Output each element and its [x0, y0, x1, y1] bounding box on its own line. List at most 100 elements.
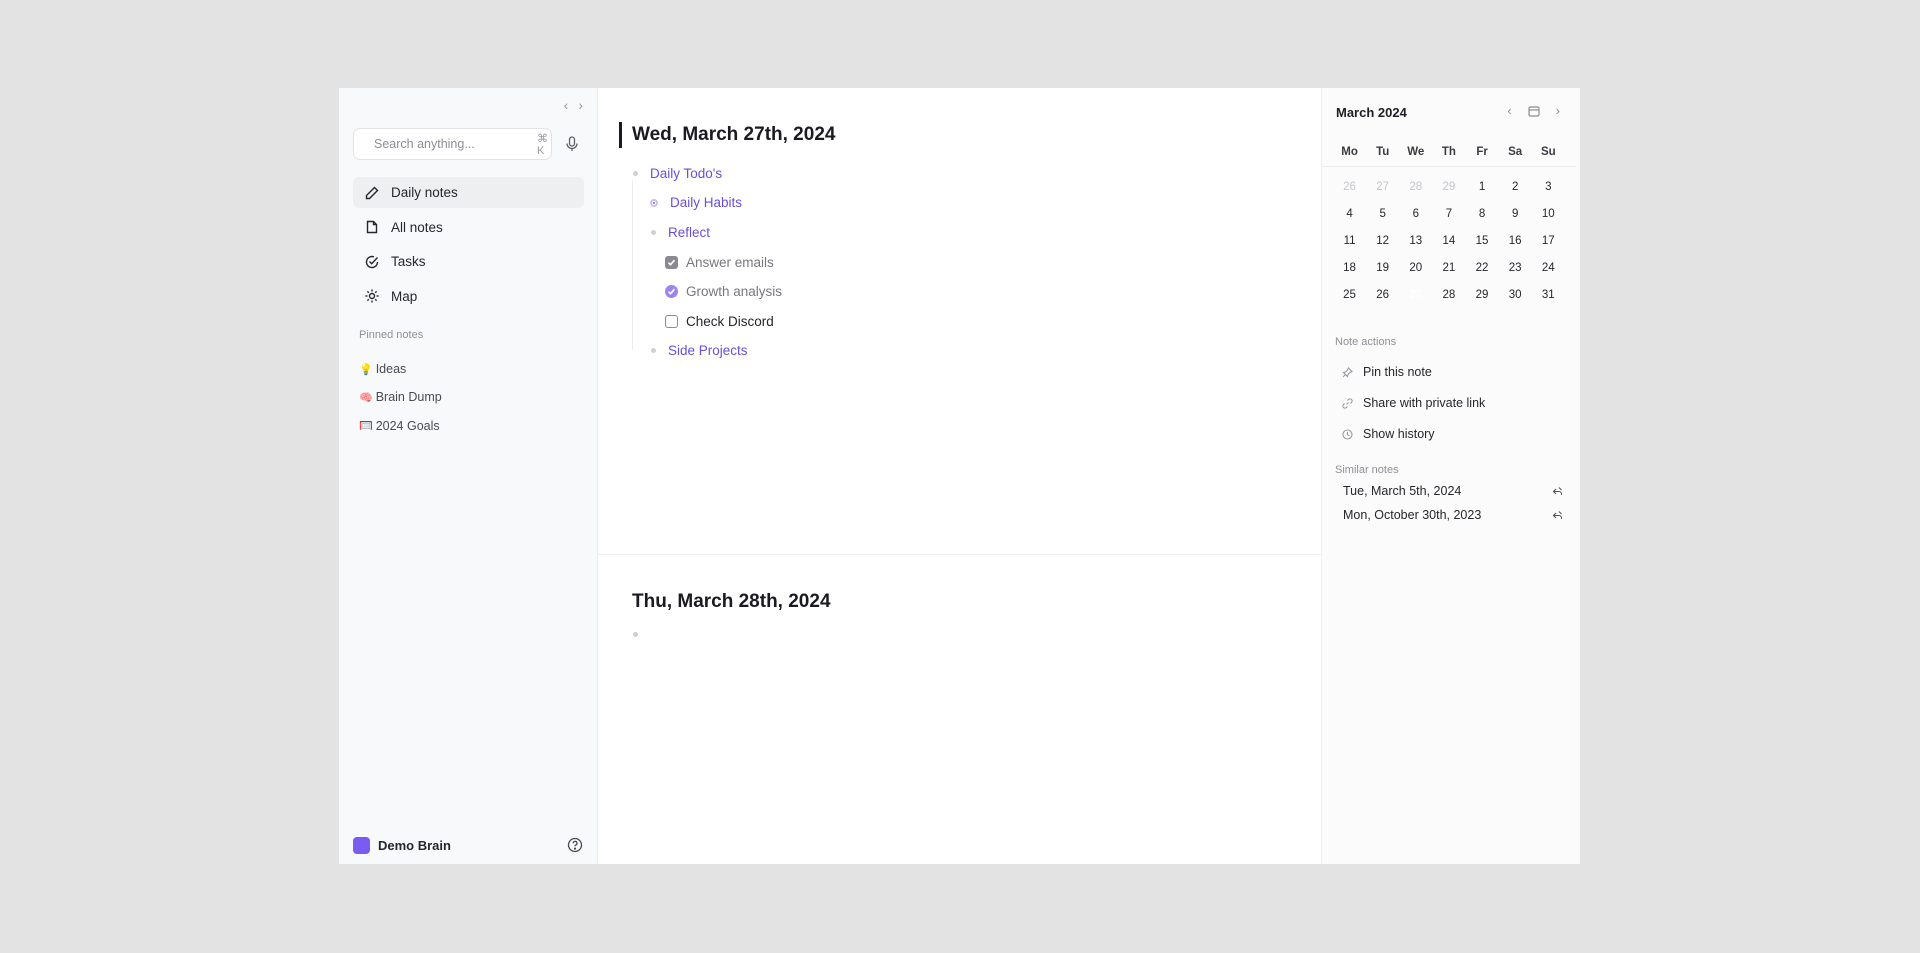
similar-note-title: Tue, March 5th, 2024: [1343, 484, 1462, 498]
daily-note[interactable]: Wed, March 27th, 2024 Daily Todo's Daily…: [598, 88, 1321, 555]
note-link[interactable]: Daily Todo's: [650, 166, 722, 181]
calendar-day[interactable]: 26: [1333, 181, 1366, 193]
pinned-note-ideas[interactable]: 💡 Ideas: [359, 355, 442, 383]
calendar-day[interactable]: 28: [1432, 289, 1465, 301]
calendar-day[interactable]: 24: [1532, 262, 1565, 274]
chevron-right-icon[interactable]: ›: [1556, 103, 1560, 118]
chevron-left-icon[interactable]: ‹: [1507, 103, 1511, 118]
calendar-day[interactable]: 26: [1366, 289, 1399, 301]
outline-item-daily-habits[interactable]: Daily Habits: [650, 195, 742, 210]
note-link[interactable]: Side Projects: [668, 343, 748, 358]
calendar-icon[interactable]: [1528, 105, 1540, 117]
outline-item-reflect[interactable]: Reflect: [651, 225, 710, 240]
share-link-action[interactable]: Share with private link: [1342, 396, 1485, 410]
help-icon[interactable]: [567, 837, 583, 853]
calendar-day[interactable]: 7: [1432, 208, 1465, 220]
nav-map[interactable]: Map: [353, 281, 584, 312]
search-box[interactable]: ⌘ K: [353, 128, 552, 160]
daily-note[interactable]: Thu, March 28th, 2024: [598, 555, 1321, 864]
pinned-note-label: Brain Dump: [375, 390, 442, 405]
calendar-day[interactable]: 10: [1532, 208, 1565, 220]
checkbox-empty-icon[interactable]: [665, 315, 678, 328]
calendar-day[interactable]: 3: [1532, 181, 1565, 193]
outline-item-daily-todos[interactable]: Daily Todo's: [633, 166, 722, 181]
reply-arrow-icon[interactable]: [1552, 486, 1563, 497]
checkbox-checked-icon[interactable]: [665, 256, 678, 269]
outline-item-empty[interactable]: [633, 632, 650, 637]
calendar-day[interactable]: 6: [1399, 208, 1432, 220]
weekday: Fr: [1476, 146, 1488, 158]
right-panel: March 2024 ‹ › Mo Tu We Th Fr Sa Su 26 2…: [1322, 88, 1580, 864]
calendar-day[interactable]: 31: [1532, 289, 1565, 301]
chevron-left-icon[interactable]: ‹: [564, 97, 569, 113]
workspace-name: Demo Brain: [378, 838, 451, 853]
calendar-day[interactable]: 19: [1366, 262, 1399, 274]
calendar-day[interactable]: 16: [1499, 235, 1532, 247]
check-circle-icon: [365, 255, 379, 268]
calendar-day-today[interactable]: 27: [1399, 282, 1432, 311]
search-input[interactable]: [372, 136, 537, 152]
calendar-day[interactable]: 12: [1366, 235, 1399, 247]
calendar-day[interactable]: 25: [1333, 289, 1366, 301]
note-title[interactable]: Thu, March 28th, 2024: [632, 591, 831, 613]
pin-note-action[interactable]: Pin this note: [1342, 365, 1432, 379]
show-history-action[interactable]: Show history: [1342, 427, 1435, 441]
calendar-day[interactable]: 29: [1432, 181, 1465, 193]
workspace-switcher[interactable]: Demo Brain: [353, 837, 451, 854]
calendar-day[interactable]: 30: [1499, 289, 1532, 301]
nav-daily-notes[interactable]: Daily notes: [353, 177, 584, 208]
weekday: We: [1407, 146, 1425, 158]
calendar-day[interactable]: 20: [1399, 262, 1432, 274]
chevron-right-icon[interactable]: ›: [578, 97, 583, 113]
workspace-color-icon: [353, 837, 370, 854]
calendar-day[interactable]: 11: [1333, 235, 1366, 247]
calendar-day[interactable]: 27: [1366, 181, 1399, 193]
outline-item-side-projects[interactable]: Side Projects: [651, 343, 748, 358]
pinned-note-2024-goals[interactable]: 🥅 2024 Goals: [359, 412, 442, 440]
calendar-day[interactable]: 23: [1499, 262, 1532, 274]
calendar-month: March 2024: [1336, 105, 1407, 120]
notes-icon: [366, 220, 378, 234]
similar-note-item[interactable]: Mon, October 30th, 2023: [1343, 508, 1563, 522]
nav-tasks[interactable]: Tasks: [353, 246, 584, 277]
checkbox-done-circle-icon[interactable]: [665, 285, 678, 298]
pinned-notes-heading: Pinned notes: [359, 329, 424, 341]
task-answer-emails[interactable]: Answer emails: [665, 255, 774, 270]
bullet-icon: [633, 632, 638, 637]
calendar-day[interactable]: 18: [1333, 262, 1366, 274]
calendar-week: 4 5 6 7 8 9 10: [1333, 200, 1565, 227]
task-check-discord[interactable]: Check Discord: [665, 314, 774, 329]
similar-note-item[interactable]: Tue, March 5th, 2024: [1343, 484, 1563, 498]
calendar-grid: Mo Tu We Th Fr Sa Su 26 27 28 29 1 2 3 4…: [1322, 140, 1576, 311]
calendar-day[interactable]: 5: [1366, 208, 1399, 220]
collapsed-bullet-icon[interactable]: [650, 198, 658, 207]
calendar-day[interactable]: 28: [1399, 181, 1432, 193]
calendar-day[interactable]: 14: [1432, 235, 1465, 247]
reply-arrow-icon[interactable]: [1552, 510, 1563, 521]
microphone-icon[interactable]: [565, 136, 579, 152]
calendar-day[interactable]: 8: [1466, 208, 1499, 220]
sidebar: ‹ › ⌘ K Daily notes All notes Tasks: [339, 88, 598, 864]
calendar-day[interactable]: 29: [1466, 289, 1499, 301]
calendar-day[interactable]: 15: [1466, 235, 1499, 247]
calendar-day[interactable]: 22: [1466, 262, 1499, 274]
nav-all-notes[interactable]: All notes: [353, 212, 584, 243]
pinned-note-brain-dump[interactable]: 🧠 Brain Dump: [359, 383, 442, 411]
calendar-day[interactable]: 4: [1333, 208, 1366, 220]
calendar-day[interactable]: 2: [1499, 181, 1532, 193]
indent-guide: [632, 180, 633, 350]
pencil-icon: [365, 186, 379, 199]
note-link[interactable]: Daily Habits: [670, 195, 742, 210]
task-growth-analysis[interactable]: Growth analysis: [665, 284, 782, 299]
link-icon: [1342, 397, 1353, 409]
nav-daily-notes-label: Daily notes: [391, 185, 458, 200]
calendar-day[interactable]: 9: [1499, 208, 1532, 220]
calendar-day[interactable]: 21: [1432, 262, 1465, 274]
pin-icon: [1342, 366, 1353, 378]
calendar-day[interactable]: 17: [1532, 235, 1565, 247]
note-link[interactable]: Reflect: [668, 225, 710, 240]
task-label: Growth analysis: [686, 284, 783, 299]
calendar-day[interactable]: 13: [1399, 235, 1432, 247]
calendar-day[interactable]: 1: [1466, 181, 1499, 193]
note-title[interactable]: Wed, March 27th, 2024: [632, 124, 835, 146]
